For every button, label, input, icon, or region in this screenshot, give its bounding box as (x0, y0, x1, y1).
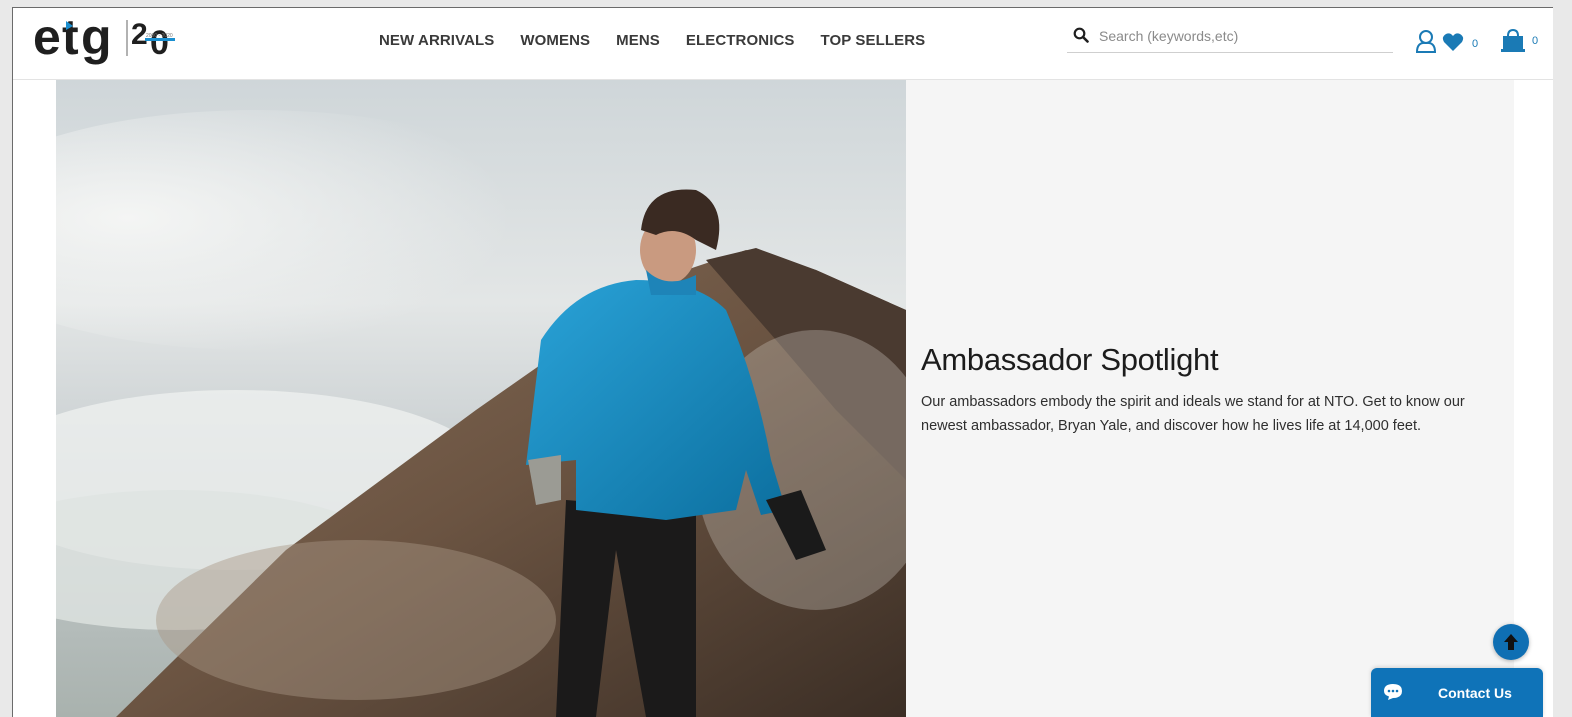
search-input[interactable] (1097, 24, 1391, 48)
svg-text:g: g (81, 10, 112, 65)
nav-electronics[interactable]: ELECTRONICS (686, 32, 795, 49)
svg-text:e: e (33, 10, 60, 65)
search-icon[interactable] (1073, 27, 1089, 43)
nav-mens[interactable]: MENS (616, 32, 660, 49)
spotlight-title: Ambassador Spotlight (921, 342, 1219, 377)
site-header: e t g 2 0 2000 - 2020 NEW ARRIVALS WOMEN… (13, 8, 1553, 80)
search-bar (1067, 22, 1393, 53)
ambassador-hero-image (56, 80, 906, 717)
svg-text:t: t (62, 10, 79, 65)
heart-icon[interactable] (1442, 32, 1464, 52)
svg-text:0: 0 (150, 24, 169, 62)
user-icon[interactable] (1415, 29, 1437, 53)
spotlight-text: Ambassador Spotlight Our ambassadors emb… (921, 342, 1501, 438)
back-to-top-button[interactable] (1493, 624, 1529, 660)
nav-top-sellers[interactable]: TOP SELLERS (821, 32, 926, 49)
wishlist-count: 0 (1472, 38, 1479, 50)
main-nav: NEW ARRIVALS WOMENS MENS ELECTRONICS TOP… (379, 32, 951, 49)
contact-us-label: Contact Us (1438, 685, 1512, 701)
contact-us-button[interactable]: Contact Us (1371, 668, 1543, 717)
svg-text:2000 - 2020: 2000 - 2020 (146, 33, 173, 39)
nav-new-arrivals[interactable]: NEW ARRIVALS (379, 32, 494, 49)
shopping-bag-icon[interactable] (1501, 28, 1525, 52)
etg-logo[interactable]: e t g 2 0 2000 - 2020 (33, 10, 183, 76)
chat-icon (1384, 684, 1402, 700)
browser-viewport: e t g 2 0 2000 - 2020 NEW ARRIVALS WOMEN… (12, 7, 1553, 717)
cart-count: 0 (1532, 35, 1539, 47)
arrow-up-icon (1504, 634, 1518, 650)
spotlight-description: Our ambassadors embody the spirit and id… (921, 394, 1465, 434)
nav-womens[interactable]: WOMENS (520, 32, 590, 49)
